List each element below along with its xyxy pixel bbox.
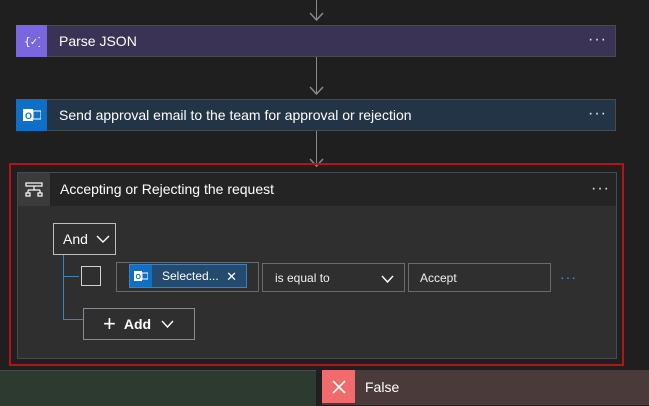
tree-line — [63, 319, 83, 320]
plus-icon: + — [103, 311, 116, 336]
row-more-options-button[interactable]: ··· — [560, 269, 577, 285]
true-branch-header[interactable] — [0, 370, 316, 406]
connector-arrow — [309, 12, 324, 22]
close-icon[interactable]: ✕ — [226, 269, 237, 285]
add-label: Add — [123, 316, 152, 332]
svg-text:O: O — [136, 274, 142, 281]
svg-text:{✓}: {✓} — [24, 35, 40, 48]
close-icon — [322, 370, 355, 403]
right-operand-field[interactable]: Accept — [408, 263, 551, 292]
more-options-button[interactable]: ··· — [588, 32, 607, 48]
more-options-button[interactable]: ··· — [588, 106, 607, 122]
add-button[interactable]: + Add — [83, 308, 195, 340]
connector-arrow — [309, 86, 324, 96]
token-label: Selected... — [162, 269, 219, 283]
false-branch-label: False — [365, 379, 400, 395]
right-operand-value: Accept — [420, 270, 457, 285]
outlook-icon: O — [16, 98, 47, 131]
condition-title: Accepting or Rejecting the request — [60, 181, 275, 197]
more-options-button[interactable]: ··· — [591, 181, 610, 197]
tree-line — [63, 255, 64, 320]
group-operator-value: And — [63, 231, 88, 247]
tree-line — [63, 276, 79, 277]
action-title: Parse JSON — [59, 33, 137, 49]
send-email-action-card[interactable]: O Send approval email to the team for ap… — [16, 98, 616, 131]
dynamic-content-token[interactable]: O Selected... ✕ — [129, 264, 247, 288]
operator-value: is equal to — [275, 270, 330, 285]
action-title: Send approval email to the team for appr… — [59, 107, 412, 123]
outlook-icon: O — [130, 265, 152, 287]
chevron-down-icon — [96, 235, 110, 243]
chevron-down-icon — [381, 275, 394, 283]
svg-text:O: O — [25, 111, 32, 121]
row-checkbox[interactable] — [81, 266, 101, 286]
chevron-down-icon — [161, 320, 174, 328]
braces-icon: {✓} — [16, 24, 47, 57]
group-operator-dropdown[interactable]: And — [53, 223, 116, 255]
condition-icon — [18, 173, 50, 206]
operator-dropdown[interactable]: is equal to — [262, 263, 405, 292]
parse-json-action-card[interactable]: {✓} Parse JSON ··· — [16, 24, 616, 57]
